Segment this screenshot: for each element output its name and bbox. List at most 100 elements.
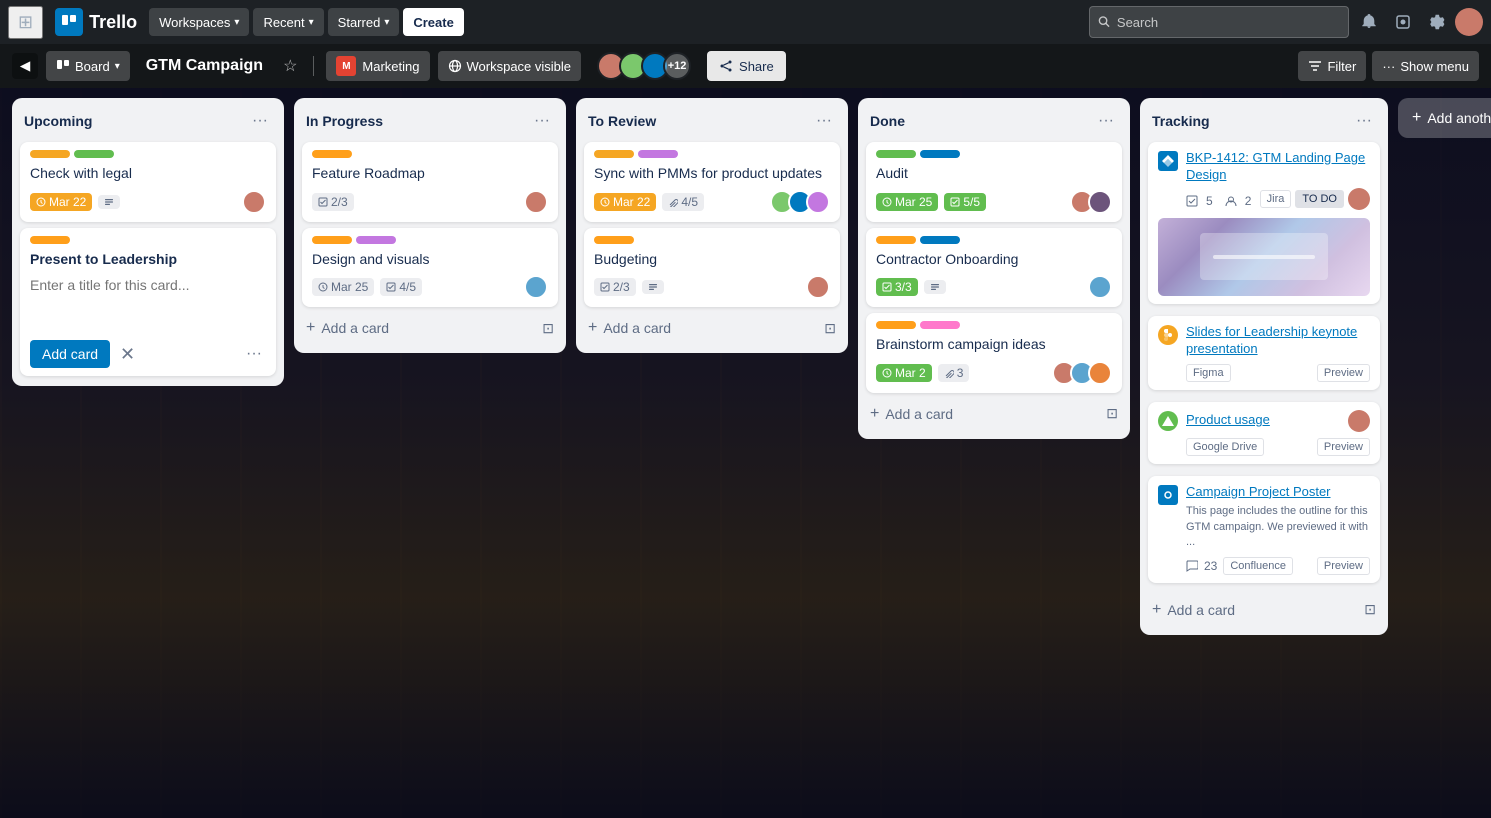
board-view-button[interactable]: Board ▾ (46, 51, 130, 81)
recent-menu[interactable]: Recent ▾ (253, 8, 323, 36)
tracking-card-link[interactable]: Slides for Leadership keynote presentati… (1186, 324, 1357, 356)
list-menu-tracking[interactable]: ··· (1352, 110, 1376, 132)
card-avatar (1088, 275, 1112, 299)
list-title-upcoming: Upcoming (24, 113, 92, 129)
show-menu-button[interactable]: ··· Show menu (1372, 51, 1479, 81)
gdrive-icon (1158, 411, 1178, 431)
card-avatar (524, 275, 548, 299)
card-labels (312, 150, 548, 158)
attachment-icon (944, 368, 954, 378)
plus-icon: + (1412, 109, 1421, 127)
list-menu-done[interactable]: ··· (1094, 110, 1118, 132)
grid-menu-icon[interactable]: ⊞ (8, 6, 43, 39)
card-contractor-onboarding[interactable]: Contractor Onboarding 3/3 (866, 228, 1122, 308)
card-labels (30, 150, 266, 158)
list-title-to-review: To Review (588, 113, 656, 129)
tracking-card-link[interactable]: BKP-1412: GTM Landing Page Design (1186, 150, 1365, 182)
card-title: Brainstorm campaign ideas (876, 335, 1112, 355)
add-list-button[interactable]: + Add another list (1398, 98, 1491, 138)
workspace-button[interactable]: M Marketing (326, 51, 429, 81)
attachment-badge: 4/5 (662, 193, 704, 211)
card-title: Feature Roadmap (312, 164, 548, 184)
card-audit[interactable]: Audit Mar 25 5/5 (866, 142, 1122, 222)
visibility-button[interactable]: Workspace visible (438, 51, 582, 81)
tracking-card-product-usage[interactable]: Product usage Google Drive Preview (1148, 402, 1380, 464)
plus-icon: + (870, 405, 879, 423)
add-card-button-in-progress[interactable]: + Add a card ⊡ (302, 313, 558, 343)
tracking-card-title: Product usage (1186, 412, 1270, 429)
card-budgeting[interactable]: Budgeting 2/3 (584, 228, 840, 308)
list-menu-to-review[interactable]: ··· (812, 110, 836, 132)
star-button[interactable]: ☆ (279, 52, 301, 80)
checklist-icon (950, 197, 960, 207)
add-card-confirm-button[interactable]: Add card (30, 340, 110, 368)
workspaces-menu[interactable]: Workspaces ▾ (149, 8, 249, 36)
share-button[interactable]: Share (707, 51, 786, 81)
trello-logo[interactable]: Trello (47, 8, 145, 36)
tracking-card-link[interactable]: Campaign Project Poster (1186, 484, 1331, 499)
add-card-button-to-review[interactable]: + Add a card ⊡ (584, 313, 840, 343)
card-sync-pmms[interactable]: Sync with PMMs for product updates Mar 2… (584, 142, 840, 222)
list-upcoming: Upcoming ··· Check with legal Mar 22 (12, 98, 284, 386)
card-title-input[interactable] (30, 277, 266, 331)
checklist-icon (600, 282, 610, 292)
card-labels (876, 236, 1112, 244)
description-icon (930, 282, 940, 292)
preview-button[interactable]: Preview (1317, 557, 1370, 575)
list-title-done: Done (870, 113, 905, 129)
filter-button[interactable]: Filter (1298, 51, 1366, 81)
search-box[interactable] (1089, 6, 1349, 38)
clock-icon (882, 368, 892, 378)
starred-menu[interactable]: Starred ▾ (328, 8, 400, 36)
lists-container: Upcoming ··· Check with legal Mar 22 (0, 88, 1491, 818)
preview-button[interactable]: Preview (1317, 438, 1370, 456)
card-avatar (242, 190, 266, 214)
plus-icon: + (306, 319, 315, 337)
settings-button[interactable] (1421, 6, 1453, 38)
preview-button[interactable]: Preview (1317, 364, 1370, 382)
header-right-actions: Filter ··· Show menu (1298, 51, 1479, 81)
card-design-visuals[interactable]: Design and visuals Mar 25 4/5 (302, 228, 558, 308)
top-navigation: ⊞ Trello Workspaces ▾ Recent ▾ Starred ▾… (0, 0, 1491, 44)
card-brainstorm[interactable]: Brainstorm campaign ideas Mar 2 3 (866, 313, 1122, 393)
card-check-legal[interactable]: Check with legal Mar 22 (20, 142, 276, 222)
tracking-card-campaign-poster[interactable]: Campaign Project Poster This page includ… (1148, 476, 1380, 583)
attachment-icon (668, 197, 678, 207)
card-meta: 2/3 (312, 190, 548, 214)
sidebar-toggle[interactable]: ◀ (12, 53, 38, 79)
topnav-icon-group (1353, 6, 1483, 38)
member-count-badge[interactable]: +12 (663, 52, 691, 80)
user-avatar[interactable] (1455, 8, 1483, 36)
add-card-button-tracking[interactable]: + Add a card ⊡ (1148, 595, 1380, 625)
separator (313, 56, 314, 76)
notification-button[interactable] (1353, 6, 1385, 38)
add-card-cancel-button[interactable]: ✕ (116, 341, 139, 367)
description-icon (104, 197, 114, 207)
add-card-button-done[interactable]: + Add a card ⊡ (866, 399, 1122, 429)
board-icon (56, 59, 70, 73)
list-done: Done ··· Audit Mar 25 5/5 (858, 98, 1130, 439)
tracking-card-bkp[interactable]: BKP-1412: GTM Landing Page Design 5 2 Ji… (1148, 142, 1380, 304)
list-menu-upcoming[interactable]: ··· (248, 110, 272, 132)
label-orange (312, 150, 352, 158)
card-title: Budgeting (594, 250, 830, 270)
card-feature-roadmap[interactable]: Feature Roadmap 2/3 (302, 142, 558, 222)
atlassian-icon (1395, 14, 1411, 30)
template-icon: ⊡ (1364, 601, 1376, 618)
card-labels (30, 236, 266, 244)
add-card-more-button[interactable]: ··· (242, 341, 266, 367)
board-title[interactable]: GTM Campaign (138, 53, 271, 79)
search-input[interactable] (1117, 15, 1340, 30)
atlassian-button[interactable] (1387, 6, 1419, 38)
due-date-badge: Mar 2 (876, 364, 932, 382)
card-title: Contractor Onboarding (876, 250, 1112, 270)
tracking-card-link[interactable]: Product usage (1186, 412, 1270, 427)
tracking-card-slides[interactable]: Slides for Leadership keynote presentati… (1148, 316, 1380, 390)
card-meta: 3/3 (876, 275, 1112, 299)
member-avatars: +12 (597, 52, 691, 80)
clock-icon (36, 197, 46, 207)
create-button[interactable]: Create (403, 8, 463, 36)
card-present-leadership[interactable]: Present to Leadership Add card ✕ ··· (20, 228, 276, 377)
plus-icon: + (588, 319, 597, 337)
list-menu-in-progress[interactable]: ··· (530, 110, 554, 132)
